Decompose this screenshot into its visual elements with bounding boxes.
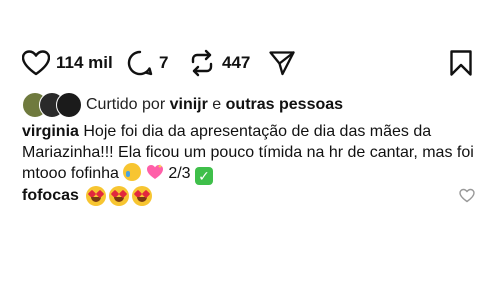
comment-bubble-icon[interactable] [127,50,153,76]
caption-suffix: 2/3 [168,165,191,182]
comment-row: fofocas [22,186,152,206]
sparkling-heart-emoji-icon [146,164,163,179]
repost-count[interactable]: 447 [222,53,250,73]
heart-icon[interactable] [22,50,50,76]
check-mark-emoji-icon: ✓ [195,167,214,185]
bookmark-icon[interactable] [449,49,473,77]
liked-by-others[interactable]: outras pessoas [226,96,343,113]
liked-by-row[interactable]: Curtido por vinijr e outras pessoas [22,92,343,118]
like-action[interactable]: 114 mil [22,44,113,82]
comment-action[interactable]: 7 [127,44,168,82]
comment-like-heart-icon[interactable] [459,188,475,203]
post-caption: virginia Hoje foi dia da apresentação de… [22,121,482,185]
caption-username[interactable]: virginia [22,123,79,140]
repost-action[interactable]: 447 [188,44,250,82]
liked-by-prefix: Curtido por [86,96,166,113]
crying-face-emoji-icon [123,163,142,181]
send-icon[interactable] [268,49,296,77]
share-action[interactable] [268,44,296,82]
like-count[interactable]: 114 mil [56,53,113,73]
heart-eyes-emoji-icon [131,186,152,206]
avatar[interactable] [56,92,82,118]
liked-by-text: Curtido por vinijr e outras pessoas [86,96,343,114]
heart-eyes-emoji-icon [108,186,129,206]
liked-by-connector: e [212,96,222,113]
liked-by-user[interactable]: vinijr [170,96,208,113]
post-actions-bar: 114 mil 7 447 [0,44,500,82]
comment-username[interactable]: fofocas [22,187,79,205]
caption-text: Hoje foi dia da apresentação de dia das … [22,123,474,182]
heart-eyes-emoji-icon [85,186,106,206]
repost-icon[interactable] [188,49,216,77]
save-action[interactable] [449,44,473,82]
comment-count[interactable]: 7 [159,53,168,73]
liker-avatars[interactable] [22,92,82,118]
